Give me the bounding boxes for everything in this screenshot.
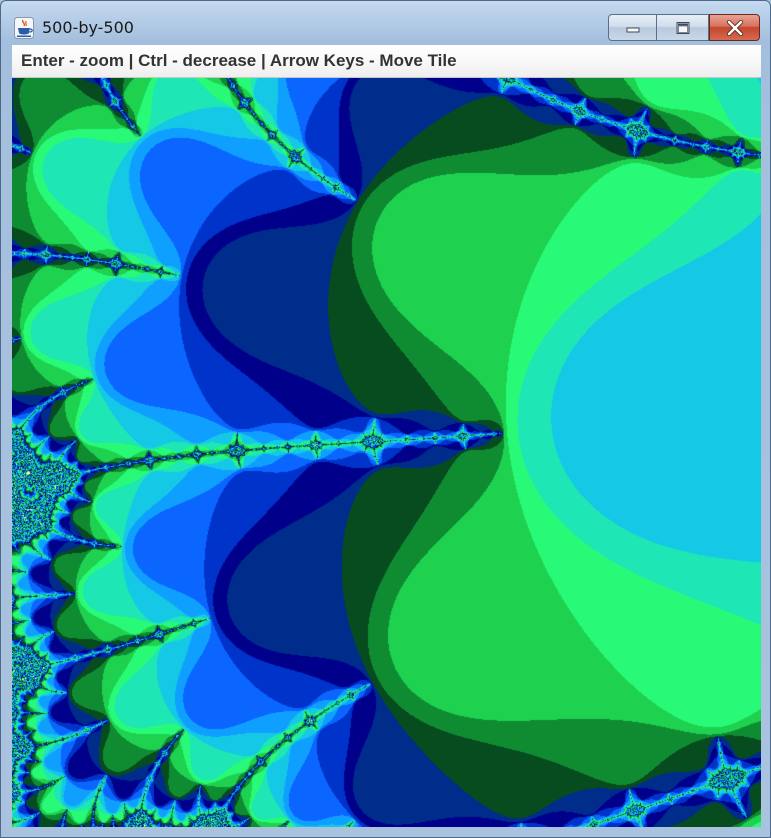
fractal-viewport[interactable] bbox=[12, 78, 761, 827]
title-bar[interactable]: 500-by-500 bbox=[1, 1, 770, 45]
close-icon bbox=[726, 19, 743, 36]
mandelbrot-canvas[interactable] bbox=[12, 78, 761, 827]
close-button[interactable] bbox=[709, 14, 760, 41]
maximize-button[interactable] bbox=[657, 14, 709, 41]
maximize-icon bbox=[676, 21, 689, 34]
minimize-icon bbox=[626, 27, 639, 32]
minimize-button[interactable] bbox=[608, 14, 657, 41]
instructions-bar: Enter - zoom | Ctrl - decrease | Arrow K… bbox=[12, 45, 761, 78]
instructions-label: Enter - zoom | Ctrl - decrease | Arrow K… bbox=[21, 51, 457, 70]
app-window: 500-by-500 Enter - zoom | Ctrl - decreas… bbox=[0, 0, 771, 838]
window-title: 500-by-500 bbox=[42, 18, 134, 37]
java-coffee-cup-icon bbox=[14, 17, 34, 39]
